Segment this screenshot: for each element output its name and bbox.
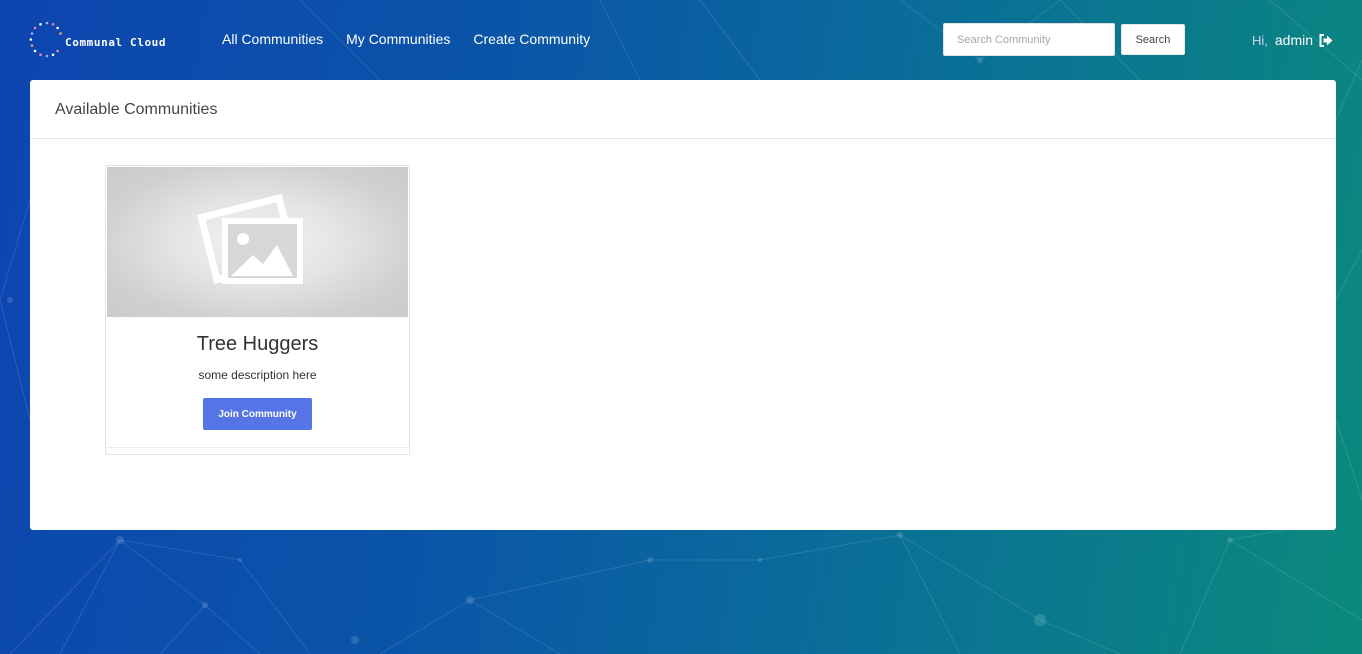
communities-panel: Available Communities Tree Huggers some … <box>30 80 1336 530</box>
nav-create-community[interactable]: Create Community <box>473 31 590 47</box>
card-divider <box>106 447 409 448</box>
brand-name: Communal Cloud <box>65 35 167 49</box>
join-community-button[interactable]: Join Community <box>203 398 312 430</box>
brand[interactable]: Communal Cloud <box>29 20 166 58</box>
community-description: some description here <box>198 368 317 382</box>
community-name: Tree Huggers <box>196 333 319 355</box>
sign-out-icon[interactable] <box>1319 33 1333 47</box>
main-nav: All Communities My Communities Create Co… <box>222 31 613 47</box>
community-image <box>107 167 408 317</box>
user-greeting: Hi, admin <box>1252 32 1333 48</box>
page-title: Available Communities <box>55 101 218 118</box>
image-placeholder-icon <box>197 193 303 284</box>
greeting-text: Hi, <box>1252 32 1268 48</box>
username[interactable]: admin <box>1275 32 1313 48</box>
navbar: Communal Cloud All Communities My Commun… <box>0 0 1362 80</box>
community-card: Tree Huggers some description here Join … <box>105 165 410 455</box>
dotted-circle-logo-icon <box>29 21 62 58</box>
nav-all-communities[interactable]: All Communities <box>222 31 323 47</box>
search-button[interactable]: Search <box>1121 24 1185 55</box>
nav-my-communities[interactable]: My Communities <box>346 31 450 47</box>
search-input[interactable] <box>943 23 1115 56</box>
panel-header <box>30 80 1336 139</box>
